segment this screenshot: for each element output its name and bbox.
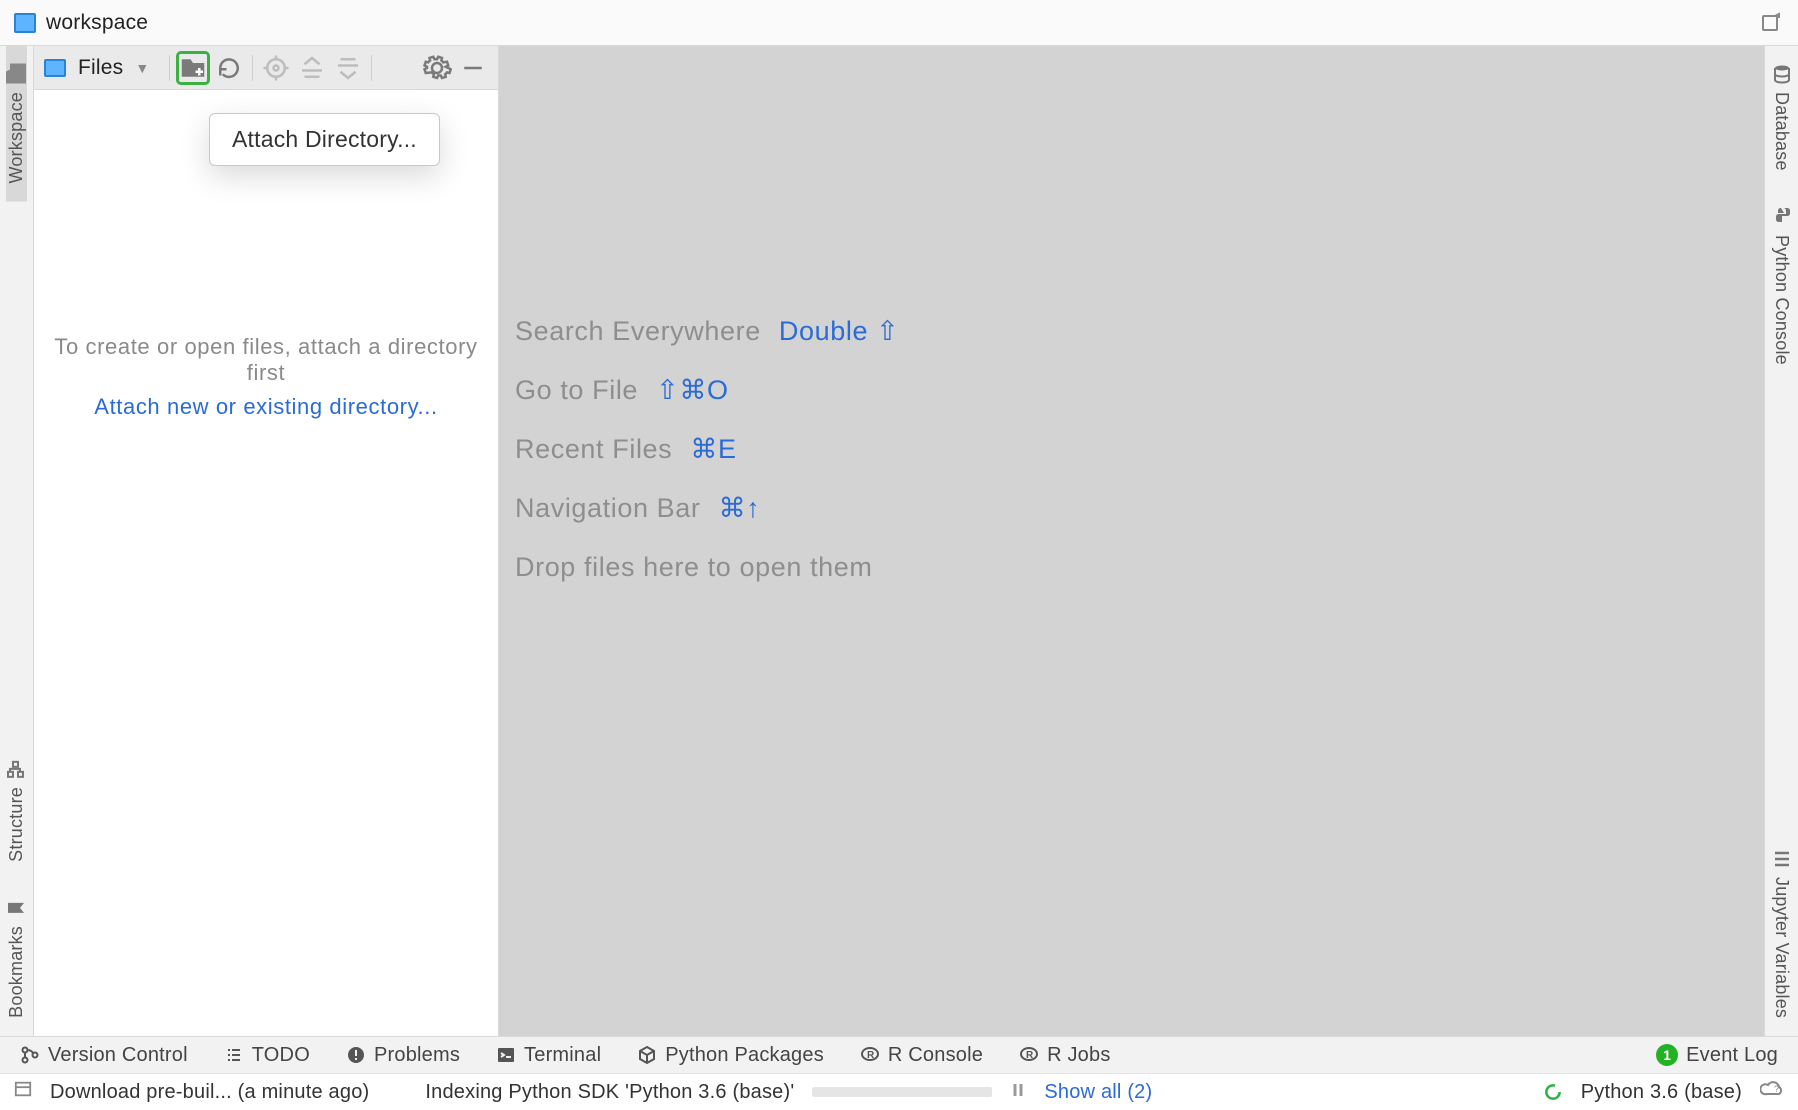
sidebar-label: Jupyter Variables [1771, 877, 1792, 1018]
right-tool-strip: Database Python Console Jupyter Variable… [1764, 46, 1798, 1036]
hint-shortcut: ⌘E [690, 434, 736, 464]
sidebar-tab-workspace[interactable]: Workspace [6, 46, 27, 202]
hint-shortcut: ⌘↑ [719, 493, 761, 523]
sidebar-tab-jupyter-variables[interactable]: Jupyter Variables [1771, 831, 1792, 1036]
hint-drop-files: Drop files here to open them [515, 552, 1764, 583]
svg-text:R: R [867, 1050, 875, 1061]
hint-label: Go to File [515, 375, 638, 405]
settings-button[interactable] [422, 53, 452, 83]
sidebar-tab-database[interactable]: Database [1771, 46, 1792, 189]
tool-version-control[interactable]: Version Control [20, 1044, 188, 1067]
tool-python-packages[interactable]: Python Packages [637, 1044, 824, 1067]
python-icon [1772, 207, 1792, 227]
folder-icon [7, 64, 27, 84]
hide-button[interactable] [458, 53, 488, 83]
editor-presentation-icon[interactable] [1760, 11, 1784, 35]
reload-button[interactable] [214, 53, 244, 83]
toolwindow-toggle-icon[interactable] [14, 1080, 32, 1104]
window-title: workspace [46, 11, 148, 35]
svg-text:R: R [1026, 1050, 1034, 1061]
structure-icon [7, 759, 27, 779]
hint-search-everywhere: Search Everywhere Double ⇧ [515, 316, 1764, 347]
tool-problems[interactable]: Problems [346, 1044, 460, 1067]
left-tool-strip: Workspace Structure Bookmarks [0, 46, 34, 1036]
sidebar-label: Database [1771, 92, 1792, 171]
sync-status-icon[interactable]: ? [1760, 1079, 1784, 1105]
tool-label: R Jobs [1047, 1044, 1110, 1067]
project-view-selector[interactable]: Files [78, 56, 123, 80]
interpreter-label[interactable]: Python 3.6 (base) [1581, 1081, 1742, 1104]
tool-event-log[interactable]: 1 Event Log [1656, 1044, 1778, 1067]
hint-label: Navigation Bar [515, 493, 701, 523]
list-icon [1772, 849, 1792, 869]
chevron-down-icon[interactable]: ▼ [135, 60, 149, 76]
tool-label: Event Log [1686, 1044, 1778, 1067]
tool-terminal[interactable]: Terminal [496, 1044, 601, 1067]
hint-label: Drop files here to open them [515, 552, 873, 582]
tool-label: R Console [888, 1044, 983, 1067]
hint-shortcut: ⇧⌘O [656, 375, 728, 405]
collapse-all-button[interactable] [333, 53, 363, 83]
tool-label: Problems [374, 1044, 460, 1067]
progress-bar [812, 1087, 992, 1097]
attach-directory-menu-item[interactable]: Attach Directory... [209, 113, 440, 166]
placeholder-text: To create or open files, attach a direct… [54, 334, 477, 385]
tool-label: Version Control [48, 1044, 188, 1067]
sidebar-tab-bookmarks[interactable]: Bookmarks [6, 880, 27, 1036]
workspace-icon [44, 59, 66, 77]
pause-button[interactable] [1010, 1081, 1026, 1104]
hint-label: Recent Files [515, 434, 672, 464]
project-header: Files ▼ [34, 46, 498, 90]
hint-navigation-bar: Navigation Bar ⌘↑ [515, 493, 1764, 524]
sidebar-tab-structure[interactable]: Structure [6, 741, 27, 880]
interpreter-busy-icon [1543, 1082, 1563, 1102]
event-count-badge: 1 [1656, 1044, 1678, 1066]
tool-r-console[interactable]: R R Console [860, 1044, 983, 1067]
sidebar-label: Structure [6, 787, 27, 862]
hint-recent-files: Recent Files ⌘E [515, 434, 1764, 465]
sidebar-label: Bookmarks [6, 926, 27, 1018]
project-tool-window: Files ▼ To create or open files, attach [34, 46, 499, 1036]
show-all-tasks-link[interactable]: Show all (2) [1044, 1081, 1152, 1104]
editor-area[interactable]: Search Everywhere Double ⇧ Go to File ⇧⌘… [499, 46, 1764, 1036]
status-task-1[interactable]: Download pre-buil... (a minute ago) [50, 1081, 369, 1104]
tool-r-jobs[interactable]: R R Jobs [1019, 1044, 1110, 1067]
select-opened-file-button[interactable] [261, 53, 291, 83]
attach-directory-link[interactable]: Attach new or existing directory... [34, 394, 498, 420]
bottom-tool-bar: Version Control TODO Problems Terminal P… [0, 1036, 1798, 1073]
expand-all-button[interactable] [297, 53, 327, 83]
project-empty-placeholder: To create or open files, attach a direct… [34, 334, 498, 420]
status-bar: Download pre-buil... (a minute ago) Inde… [0, 1073, 1798, 1110]
bookmark-icon [7, 898, 27, 918]
database-icon [1772, 64, 1792, 84]
tool-label: Python Packages [665, 1044, 824, 1067]
attach-directory-button[interactable] [178, 53, 208, 83]
tool-label: TODO [252, 1044, 310, 1067]
sidebar-label: Python Console [1771, 235, 1792, 365]
workspace-icon [14, 13, 36, 33]
status-task-2[interactable]: Indexing Python SDK 'Python 3.6 (base)' [425, 1081, 794, 1104]
hint-label: Search Everywhere [515, 316, 761, 346]
tool-todo[interactable]: TODO [224, 1044, 310, 1067]
hint-go-to-file: Go to File ⇧⌘O [515, 375, 1764, 406]
tool-label: Terminal [524, 1044, 601, 1067]
sidebar-label: Workspace [6, 92, 27, 184]
hint-shortcut: Double ⇧ [779, 316, 900, 346]
title-bar: workspace [0, 0, 1798, 46]
sidebar-tab-python-console[interactable]: Python Console [1771, 189, 1792, 383]
svg-text:?: ? [1774, 1084, 1779, 1094]
